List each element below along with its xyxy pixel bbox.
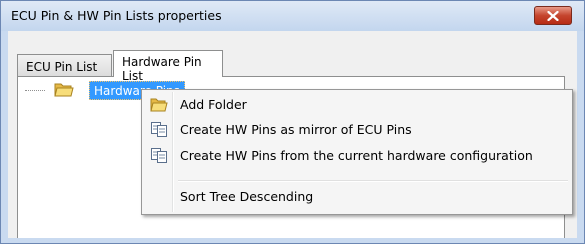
- tab-label: ECU Pin List: [26, 60, 98, 74]
- window-title: ECU Pin & HW Pin Lists properties: [11, 8, 222, 23]
- menu-item-sort-tree-descending[interactable]: Sort Tree Descending: [144, 186, 570, 208]
- tab-hardware-pin-list[interactable]: Hardware Pin List: [113, 50, 223, 83]
- menu-item-create-hw-pins-mirror[interactable]: Create HW Pins as mirror of ECU Pins: [144, 119, 570, 141]
- folder-icon: [54, 83, 74, 97]
- menu-separator: [178, 180, 568, 182]
- menu-item-label: Add Folder: [180, 97, 247, 112]
- title-bar[interactable]: ECU Pin & HW Pin Lists properties: [1, 1, 584, 31]
- context-menu: Add Folder Create HW Pins as mirror of E…: [141, 89, 573, 215]
- menu-item-label: Create HW Pins as mirror of ECU Pins: [180, 122, 412, 137]
- copy-pages-icon: [151, 122, 167, 137]
- close-button[interactable]: [534, 6, 572, 25]
- close-icon: [547, 10, 559, 21]
- properties-dialog: ECU Pin & HW Pin Lists properties ECU Pi…: [0, 0, 585, 244]
- copy-pages-icon: [151, 148, 167, 163]
- menu-item-label: Sort Tree Descending: [180, 189, 314, 204]
- tab-ecu-pin-list[interactable]: ECU Pin List: [17, 54, 112, 76]
- menu-item-label: Create HW Pins from the current hardware…: [180, 148, 533, 163]
- folder-icon: [150, 98, 168, 112]
- menu-item-add-folder[interactable]: Add Folder: [144, 94, 570, 116]
- menu-item-create-hw-pins-from-config[interactable]: Create HW Pins from the current hardware…: [144, 145, 570, 167]
- tree-connector-line: [25, 90, 45, 91]
